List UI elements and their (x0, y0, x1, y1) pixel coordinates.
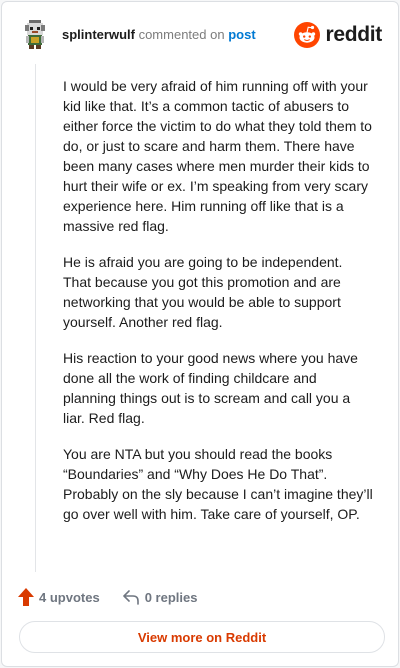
reddit-wordmark: reddit (325, 23, 382, 46)
reddit-brand[interactable]: reddit (294, 20, 382, 50)
comment-paragraph: You are NTA but you should read the book… (63, 446, 373, 522)
comment-body: I would be very afraid of him running of… (63, 76, 373, 540)
upvote-count: 4 upvotes (39, 589, 100, 605)
comment-paragraph: He is afraid you are going to be indepen… (63, 254, 343, 330)
comment-paragraph: I would be very afraid of him running of… (63, 78, 372, 234)
post-link[interactable]: post (228, 27, 255, 42)
user-avatar[interactable] (20, 18, 50, 50)
comment-actions: 4 upvotes 0 replies (18, 586, 197, 608)
thread-line[interactable] (35, 64, 36, 572)
reply-arrow-icon (122, 590, 139, 605)
upvote-button[interactable]: 4 upvotes (18, 588, 100, 606)
view-more-on-reddit-button[interactable]: View more on Reddit (19, 621, 385, 653)
view-more-label: View more on Reddit (137, 629, 267, 645)
comment-paragraph: His reaction to your good news where you… (63, 350, 358, 426)
author-username[interactable]: splinterwulf (62, 27, 135, 42)
embedded-comment-card: splinterwulf commented on post reddit I … (1, 1, 399, 667)
avatar-image-icon (25, 20, 45, 49)
comment-meta: splinterwulf commented on post (62, 27, 256, 43)
reply-count: 0 replies (144, 589, 198, 605)
comment-header: splinterwulf commented on post reddit (2, 2, 398, 66)
upvote-arrow-icon (18, 588, 34, 606)
reddit-logo-icon (294, 22, 321, 48)
commented-on-text: commented on (138, 27, 225, 42)
replies-button[interactable]: 0 replies (122, 589, 198, 605)
